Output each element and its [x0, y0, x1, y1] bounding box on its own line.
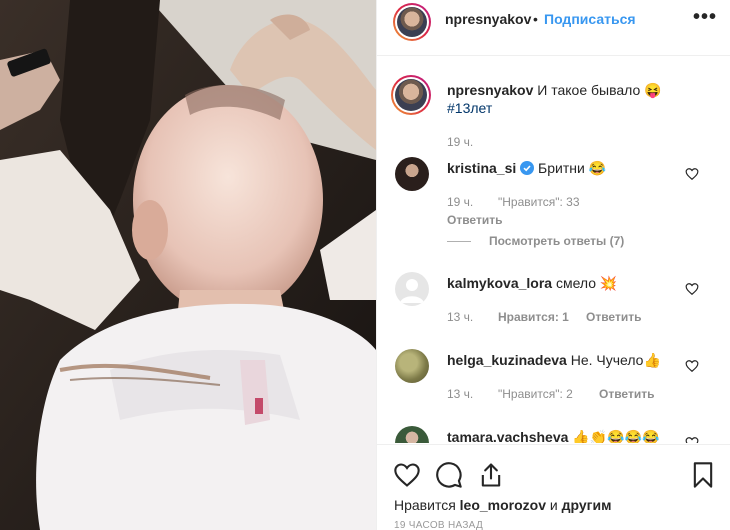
- comment-meta: 13 ч. Нравится: 1 Ответить: [447, 310, 687, 324]
- reply-button[interactable]: Ответить: [586, 310, 641, 324]
- view-replies-button[interactable]: Посмотреть ответы (7): [447, 234, 624, 248]
- share-icon[interactable]: [477, 461, 505, 489]
- likes-summary[interactable]: Нравится leo_morozov и другим: [394, 497, 611, 513]
- heart-icon[interactable]: [685, 436, 699, 443]
- follow-button[interactable]: Подписаться: [544, 11, 636, 27]
- post-panel: npresnyakov • Подписаться ••• npresnyako…: [376, 0, 730, 530]
- comment-username[interactable]: kristina_si: [447, 160, 516, 176]
- comment-meta: 19 ч. "Нравится": 33 Ответить: [447, 195, 687, 227]
- author-avatar[interactable]: [393, 3, 431, 41]
- commenter-avatar[interactable]: [395, 349, 429, 383]
- comments-list[interactable]: npresnyakov И такое бывало 😝 #13лет 19 ч…: [377, 57, 730, 443]
- post-time-ago: 19 ЧАСОВ НАЗАД: [394, 520, 484, 530]
- caption-time: 19 ч.: [447, 135, 474, 149]
- heart-icon[interactable]: [393, 461, 421, 489]
- comment-text: kalmykova_lora смело 💥: [447, 274, 617, 292]
- verified-icon: [520, 161, 535, 175]
- post-image: [0, 0, 376, 530]
- caption-hashtag[interactable]: #13лет: [447, 99, 492, 117]
- comment-body: Не. Чучело: [570, 352, 644, 368]
- bookmark-icon[interactable]: [689, 461, 717, 489]
- comment-emoji: 👍: [643, 352, 661, 368]
- commenter-avatar[interactable]: [395, 272, 429, 306]
- comment-text: tamara.vachsheva 👍👏😂😂😂: [447, 428, 659, 443]
- comment-likes[interactable]: "Нравится": 33: [498, 195, 580, 209]
- post-photo[interactable]: [0, 0, 376, 530]
- comment-likes[interactable]: "Нравится": 2: [498, 387, 573, 401]
- author-username[interactable]: npresnyakov: [445, 11, 531, 27]
- heart-icon[interactable]: [685, 359, 699, 373]
- reply-button[interactable]: Ответить: [447, 213, 502, 227]
- caption-text: npresnyakov И такое бывало 😝: [447, 81, 662, 99]
- comment-body: Бритни: [538, 160, 585, 176]
- more-icon[interactable]: •••: [693, 6, 717, 29]
- comment-time: 13 ч.: [447, 310, 474, 324]
- comment-text: helga_kuzinadeva Не. Чучело👍: [447, 351, 661, 369]
- comment-likes[interactable]: Нравится: 1: [498, 310, 569, 324]
- caption-emoji: 😝: [644, 82, 662, 98]
- comment-time: 19 ч.: [447, 195, 474, 209]
- post-actions: Нравится leo_morozov и другим: [377, 444, 730, 530]
- commenter-avatar[interactable]: [395, 157, 429, 191]
- comment-meta: 13 ч. "Нравится": 2 Ответить: [447, 387, 687, 401]
- comment-icon[interactable]: [435, 461, 463, 489]
- comment-body: смело: [555, 275, 597, 291]
- post-header: npresnyakov • Подписаться •••: [377, 0, 730, 56]
- commenter-avatar[interactable]: [395, 426, 429, 443]
- divider-line: [447, 241, 471, 243]
- heart-icon[interactable]: [685, 282, 699, 296]
- comment-username[interactable]: tamara.vachsheva: [447, 429, 568, 443]
- comment-text: kristina_si Бритни 😂: [447, 159, 606, 177]
- comment-username[interactable]: helga_kuzinadeva: [447, 352, 567, 368]
- caption-avatar[interactable]: [391, 75, 431, 115]
- comment-time: 13 ч.: [447, 387, 474, 401]
- comment-emoji: 😂: [588, 160, 607, 176]
- caption-body: И такое бывало: [537, 82, 641, 98]
- comment-emoji: 👍👏😂😂😂: [572, 429, 660, 443]
- default-avatar-icon: [400, 279, 424, 303]
- comment-emoji: 💥: [599, 275, 618, 291]
- comment-username[interactable]: kalmykova_lora: [447, 275, 552, 291]
- separator-dot: •: [533, 11, 538, 27]
- reply-button[interactable]: Ответить: [599, 387, 654, 401]
- likes-user[interactable]: leo_morozov: [460, 497, 546, 513]
- likes-others[interactable]: другим: [562, 497, 612, 513]
- heart-icon[interactable]: [685, 167, 699, 181]
- caption-username[interactable]: npresnyakov: [447, 82, 533, 98]
